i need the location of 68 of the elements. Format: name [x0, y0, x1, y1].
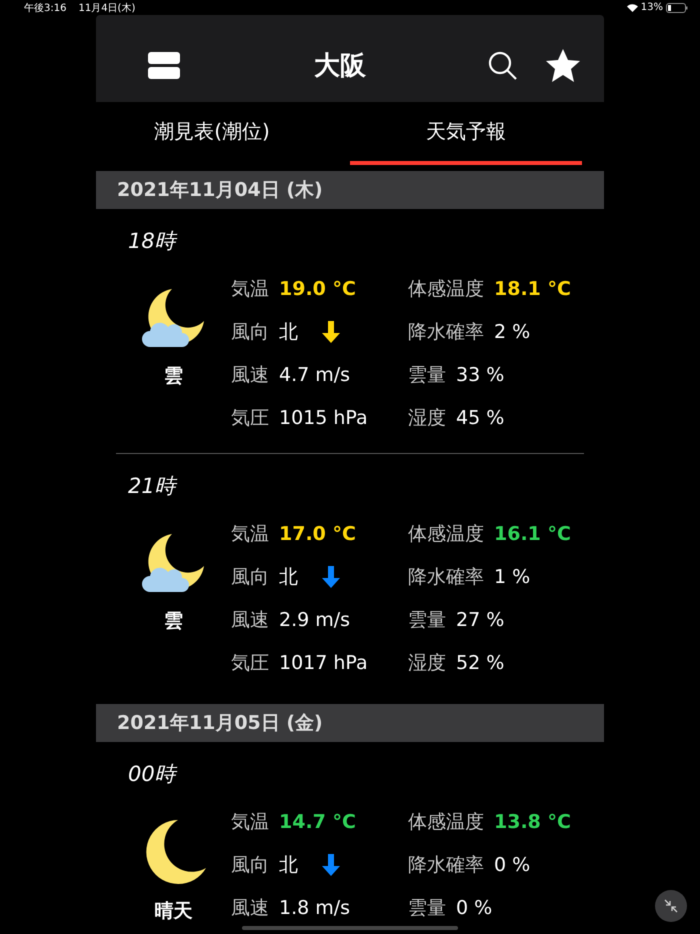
temperature-value: 14.7 °C	[279, 810, 356, 832]
cloud-cover-value: 0 %	[456, 896, 492, 918]
battery-percent: 13%	[640, 2, 663, 13]
wind-direction-label: 風向	[231, 564, 269, 590]
cloud-cover-value: 27 %	[456, 608, 504, 630]
status-date: 11月4日(木)	[78, 2, 136, 14]
condition-text: 晴天	[154, 899, 192, 924]
search-button[interactable]	[488, 50, 518, 80]
feels-like-label: 体感温度	[408, 522, 484, 546]
wind-speed-label: 風速	[231, 362, 269, 388]
date-header: 2021年11月04日 (木)	[96, 171, 604, 209]
feels-like-label: 体感温度	[408, 276, 484, 302]
tab[interactable]: 天気予報	[350, 102, 582, 165]
feels-like-value: 18.1 °C	[494, 278, 571, 300]
temp-label: 気温	[231, 276, 269, 302]
wind-speed-value: 4.7 m/s	[279, 364, 350, 386]
wind-direction-value: 北	[279, 320, 298, 344]
favorite-button[interactable]	[546, 49, 580, 82]
wind-speed-label: 風速	[231, 608, 269, 632]
collapse-icon	[664, 899, 678, 913]
collapse-button[interactable]	[655, 890, 687, 922]
rain-chance-label: 降水確率	[408, 564, 484, 590]
rain-chance-label: 降水確率	[408, 320, 484, 344]
star-icon	[546, 49, 580, 82]
humidity-value: 52 %	[456, 652, 504, 674]
feels-like-value: 13.8 °C	[494, 810, 571, 832]
humidity-label: 湿度	[408, 650, 446, 676]
pressure-label: 気圧	[231, 650, 269, 676]
rain-chance-value: 2 %	[494, 320, 530, 342]
temperature-value: 17.0 °C	[279, 522, 356, 544]
battery-icon	[666, 2, 688, 12]
rain-chance-label: 降水確率	[408, 852, 484, 878]
feels-like-value: 16.1 °C	[494, 522, 571, 544]
menu-icon	[148, 52, 180, 79]
wifi-icon	[626, 4, 638, 12]
wind-speed-value: 1.8 m/s	[279, 896, 350, 918]
pressure-value: 1017 hPa	[279, 652, 368, 674]
feels-like-label: 体感温度	[408, 810, 484, 834]
wind-direction-label: 風向	[231, 852, 269, 878]
cloud-cover-value: 33 %	[456, 364, 504, 386]
cloud-cover-label: 雲量	[408, 362, 446, 388]
date-header: 2021年11月05日 (金)	[96, 704, 604, 742]
cloud-cover-label: 雲量	[408, 608, 446, 632]
wind-direction-label: 風向	[231, 320, 269, 344]
pressure-value: 1015 hPa	[279, 406, 368, 428]
humidity-label: 湿度	[408, 406, 446, 430]
forecast-time: 21時	[127, 473, 178, 500]
city-title: 大阪	[313, 50, 367, 83]
condition-text: 雲	[164, 609, 183, 634]
forecast-time: 00時	[127, 761, 178, 788]
temperature-value: 19.0 °C	[279, 278, 356, 300]
tab[interactable]: 潮見表(潮位)	[96, 102, 328, 165]
menu-button[interactable]	[148, 52, 180, 79]
wind-speed-value: 2.9 m/s	[279, 608, 350, 630]
forecast-time: 18時	[127, 228, 178, 255]
status-time: 午後3:16	[24, 2, 66, 14]
humidity-value: 45 %	[456, 406, 504, 428]
search-icon	[488, 50, 518, 80]
rain-chance-value: 0 %	[494, 854, 530, 876]
wind-direction-value: 北	[279, 852, 298, 878]
cloud-cover-label: 雲量	[408, 896, 446, 920]
pressure-label: 気圧	[231, 406, 269, 430]
wind-direction-value: 北	[279, 564, 298, 590]
temp-label: 気温	[231, 810, 269, 834]
temp-label: 気温	[231, 522, 269, 546]
rain-chance-value: 1 %	[494, 566, 530, 588]
wind-speed-label: 風速	[231, 896, 269, 920]
condition-text: 雲	[164, 364, 183, 389]
